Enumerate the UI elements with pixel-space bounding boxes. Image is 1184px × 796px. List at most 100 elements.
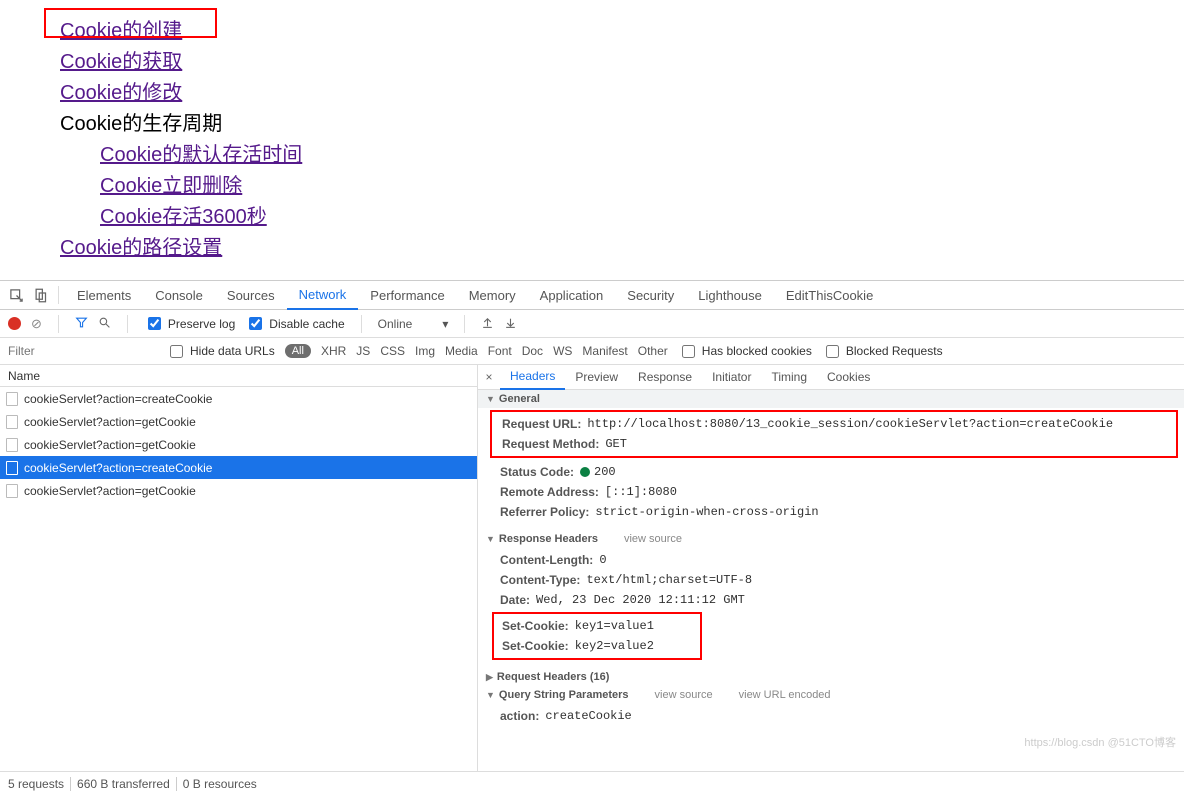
status-transferred: 660 B transferred (77, 777, 170, 791)
throttling-select[interactable]: Online▾ (378, 317, 449, 331)
file-icon (6, 461, 18, 475)
filter-ws[interactable]: WS (553, 344, 572, 358)
tab-editthiscookie[interactable]: EditThisCookie (774, 280, 885, 310)
inspect-icon[interactable] (4, 288, 28, 303)
triangle-down-icon: ▼ (486, 534, 495, 544)
request-row[interactable]: cookieServlet?action=getCookie (0, 410, 477, 433)
device-toggle-icon[interactable] (28, 288, 52, 303)
section-request-headers-header[interactable]: ▶ Request Headers (16) (478, 668, 1184, 686)
page-content: Cookie的创建 Cookie的获取 Cookie的修改 Cookie的生存周… (0, 0, 1184, 280)
tab-preview[interactable]: Preview (565, 365, 628, 390)
blocked-requests-checkbox[interactable]: Blocked Requests (822, 342, 943, 361)
file-icon (6, 415, 18, 429)
tab-memory[interactable]: Memory (457, 280, 528, 310)
record-button[interactable] (8, 317, 21, 330)
file-icon (6, 438, 18, 452)
filter-toggle-icon[interactable] (75, 316, 88, 332)
request-detail-panel: × Headers Preview Response Initiator Tim… (478, 365, 1184, 771)
section-request-headers-label: Request Headers (16) (497, 671, 610, 683)
separator (361, 315, 362, 333)
link-cookie-default-life[interactable]: Cookie的默认存活时间 (100, 144, 302, 166)
view-url-encoded-link[interactable]: view URL encoded (739, 689, 831, 701)
filter-input[interactable] (6, 343, 156, 359)
request-name: cookieServlet?action=createCookie (24, 461, 212, 475)
view-source-link[interactable]: view source (624, 533, 682, 545)
link-cookie-modify[interactable]: Cookie的修改 (60, 82, 182, 104)
request-row-selected[interactable]: cookieServlet?action=createCookie (0, 456, 477, 479)
tab-initiator[interactable]: Initiator (702, 365, 761, 390)
clear-icon[interactable]: ⊘ (31, 316, 42, 332)
filter-manifest[interactable]: Manifest (582, 344, 627, 358)
tab-elements[interactable]: Elements (65, 280, 143, 310)
search-icon[interactable] (98, 316, 111, 332)
has-blocked-cookies-checkbox[interactable]: Has blocked cookies (678, 342, 812, 361)
throttling-label: Online (378, 317, 413, 331)
referrer-policy-value: strict-origin-when-cross-origin (595, 505, 818, 519)
request-row[interactable]: cookieServlet?action=createCookie (0, 387, 477, 410)
tab-console[interactable]: Console (143, 280, 215, 310)
status-bar: 5 requests 660 B transferred 0 B resourc… (0, 771, 1184, 796)
preserve-log-checkbox[interactable]: Preserve log (144, 314, 235, 333)
close-icon[interactable]: × (478, 370, 500, 384)
status-requests: 5 requests (8, 777, 64, 791)
link-cookie-delete-now[interactable]: Cookie立即删除 (100, 175, 242, 197)
name-column-header[interactable]: Name (0, 365, 477, 387)
disable-cache-checkbox[interactable]: Disable cache (245, 314, 344, 333)
network-toolbar: ⊘ Preserve log Disable cache Online▾ (0, 310, 1184, 338)
tab-sources[interactable]: Sources (215, 280, 287, 310)
hide-data-urls-checkbox[interactable]: Hide data URLs (166, 342, 275, 361)
highlight-box-create (44, 8, 217, 38)
triangle-right-icon: ▶ (486, 672, 493, 683)
filter-doc[interactable]: Doc (522, 344, 543, 358)
network-filter-bar: Hide data URLs All XHR JS CSS Img Media … (0, 338, 1184, 365)
link-cookie-path[interactable]: Cookie的路径设置 (60, 237, 222, 259)
section-response-headers-header[interactable]: ▼ Response Headers view source (478, 530, 1184, 548)
filter-other[interactable]: Other (638, 344, 668, 358)
separator (464, 315, 465, 333)
filter-css[interactable]: CSS (380, 344, 405, 358)
tab-security[interactable]: Security (615, 280, 686, 310)
disable-cache-label: Disable cache (269, 317, 344, 331)
filter-media[interactable]: Media (445, 344, 478, 358)
request-name: cookieServlet?action=getCookie (24, 415, 196, 429)
download-har-icon[interactable] (504, 316, 517, 332)
tab-cookies[interactable]: Cookies (817, 365, 880, 390)
separator (176, 777, 177, 791)
watermark: https://blog.csdn @51CTO博客 (1024, 734, 1176, 750)
triangle-down-icon: ▼ (486, 394, 495, 404)
separator (58, 315, 59, 333)
file-icon (6, 392, 18, 406)
date-key: Date: (500, 593, 530, 607)
section-query-string-label: Query String Parameters (499, 689, 629, 701)
tab-response[interactable]: Response (628, 365, 702, 390)
tab-application[interactable]: Application (528, 280, 616, 310)
view-source-link[interactable]: view source (655, 689, 713, 701)
filter-font[interactable]: Font (488, 344, 512, 358)
triangle-down-icon: ▼ (486, 690, 495, 700)
section-query-string-header[interactable]: ▼ Query String Parameters view source view … (478, 686, 1184, 704)
request-list-panel: Name cookieServlet?action=createCookie c… (0, 365, 478, 771)
tab-lighthouse[interactable]: Lighthouse (686, 280, 774, 310)
remote-address-value: [::1]:8080 (605, 485, 677, 499)
request-row[interactable]: cookieServlet?action=getCookie (0, 433, 477, 456)
section-general-label: General (499, 393, 540, 405)
tab-performance[interactable]: Performance (358, 280, 456, 310)
link-cookie-live-3600[interactable]: Cookie存活3600秒 (100, 206, 267, 228)
tab-headers[interactable]: Headers (500, 365, 565, 390)
section-general-header[interactable]: ▼ General (478, 390, 1184, 408)
filter-js[interactable]: JS (356, 344, 370, 358)
section-response-headers-label: Response Headers (499, 533, 598, 545)
text-cookie-life-header: Cookie的生存周期 (60, 113, 222, 135)
status-resources: 0 B resources (183, 777, 257, 791)
filter-all[interactable]: All (285, 344, 311, 358)
filter-img[interactable]: Img (415, 344, 435, 358)
tab-network[interactable]: Network (287, 280, 359, 310)
separator (70, 777, 71, 791)
filter-xhr[interactable]: XHR (321, 344, 346, 358)
tab-timing[interactable]: Timing (761, 365, 817, 390)
separator (58, 286, 59, 304)
section-response-headers-body: Content-Length:0 Content-Type:text/html;… (478, 548, 1184, 668)
upload-har-icon[interactable] (481, 316, 494, 332)
link-cookie-get[interactable]: Cookie的获取 (60, 51, 182, 73)
request-row[interactable]: cookieServlet?action=getCookie (0, 479, 477, 502)
